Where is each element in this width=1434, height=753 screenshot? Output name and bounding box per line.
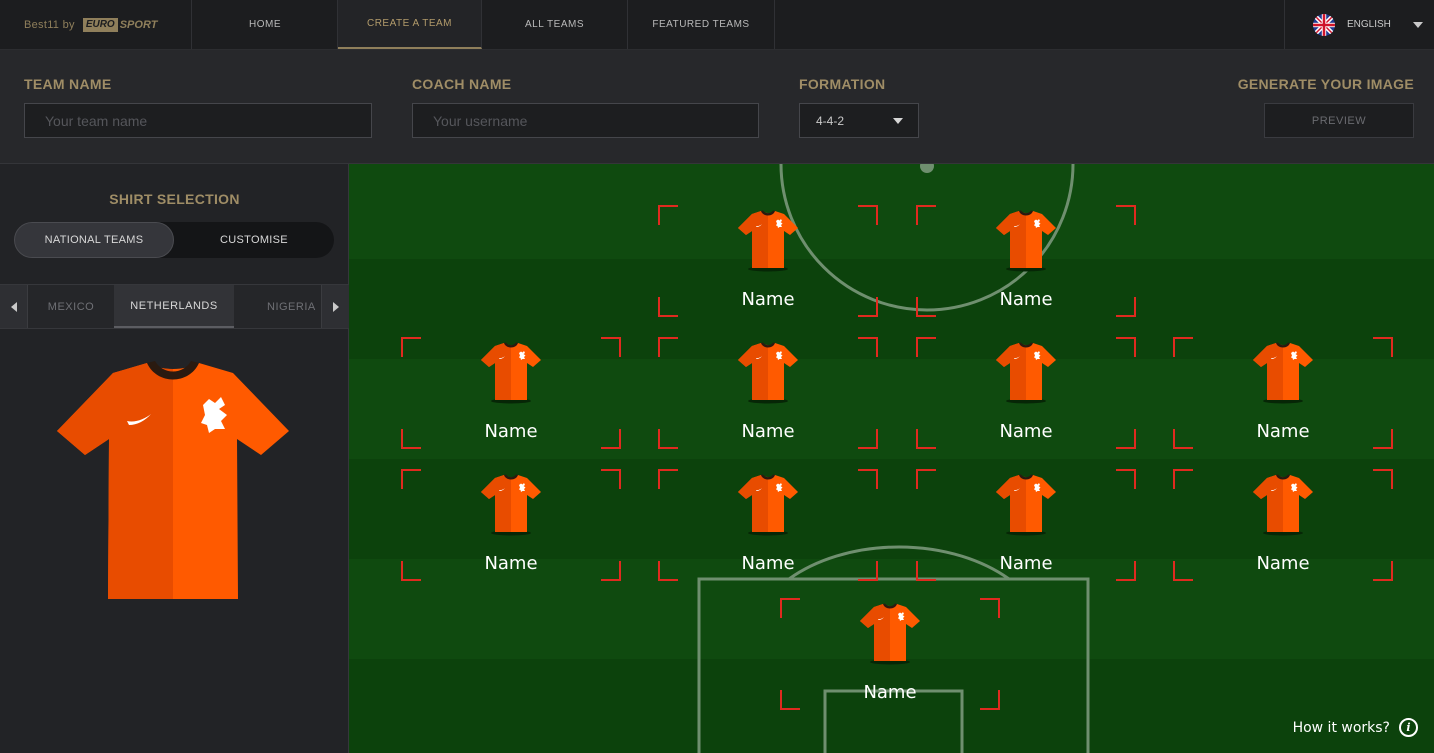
team-name-label: TEAM NAME [24,76,112,92]
slot-corner [980,598,1000,618]
arrow-right-icon [332,301,339,312]
carousel-next-button[interactable] [321,285,349,328]
slot-corner [601,337,621,357]
player-slot[interactable]: Name [916,205,1136,317]
generate-image-label: GENERATE YOUR IMAGE [1237,76,1414,92]
slot-corner [1373,337,1393,357]
country-carousel: MEXICO NETHERLANDS NIGERIA [0,284,349,329]
player-name: Name [863,682,917,703]
country-item-selected[interactable]: NETHERLANDS [114,285,234,328]
coach-name-input[interactable] [412,103,759,138]
player-name: Name [741,553,795,574]
slot-corner [858,337,878,357]
player-slot[interactable]: Name [658,469,878,581]
slot-corner [658,205,678,225]
uk-flag-icon [1313,13,1335,36]
slot-corner [401,469,421,489]
arrow-left-icon [10,301,17,312]
player-shirt-icon [1253,474,1313,536]
player-slot[interactable]: Name [780,598,1000,710]
player-name: Name [484,421,538,442]
player-slot[interactable]: Name [401,337,621,449]
chevron-down-icon [1412,21,1423,28]
slot-corner [1373,469,1393,489]
player-name: Name [1256,553,1310,574]
football-pitch: Name Name Name Name Name Name Name Name Name Name… [349,164,1434,753]
slot-corner [858,205,878,225]
slot-corner [1173,469,1193,489]
player-shirt-icon [860,603,920,665]
player-slot[interactable]: Name [916,469,1136,581]
team-name-input[interactable] [24,103,372,138]
tab-national-teams[interactable]: NATIONAL TEAMS [14,222,174,258]
selected-shirt-preview [57,361,289,599]
slot-corner [401,337,421,357]
language-selector[interactable]: ENGLISH [1284,0,1434,49]
slot-corner [658,337,678,357]
player-shirt-icon [1253,342,1313,404]
player-shirt-icon [738,210,798,272]
shirt-selection-panel: SHIRT SELECTION NATIONAL TEAMS CUSTOMISE… [0,164,349,753]
preview-button[interactable]: PREVIEW [1264,103,1414,138]
formation-value: 4-4-2 [816,113,845,128]
player-slot[interactable]: Name [916,337,1136,449]
nav-all-teams[interactable]: ALL TEAMS [482,0,628,49]
player-shirt-icon [996,474,1056,536]
eurosport-logo: EURO SPORT [82,17,158,32]
player-name: Name [484,553,538,574]
country-item[interactable]: NIGERIA [234,285,321,328]
slot-corner [780,598,800,618]
coach-name-label: COACH NAME [412,76,512,92]
slot-corner [1116,469,1136,489]
brand-logo[interactable]: Best11 by EURO SPORT [0,0,192,49]
chevron-down-icon [893,118,903,124]
player-shirt-icon [738,474,798,536]
team-form: TEAM NAME COACH NAME FORMATION 4-4-2 GEN… [0,50,1434,164]
brand-prefix: Best11 by [24,18,75,31]
info-icon: i [1399,718,1418,737]
player-slot[interactable]: Name [658,205,878,317]
player-name: Name [1256,421,1310,442]
player-shirt-icon [481,474,541,536]
slot-corner [916,337,936,357]
tab-customise[interactable]: CUSTOMISE [174,222,334,258]
player-name: Name [999,289,1053,310]
player-slot[interactable]: Name [1173,337,1393,449]
player-shirt-icon [996,210,1056,272]
nav-create-a-team[interactable]: CREATE A TEAM [338,0,482,49]
language-label: ENGLISH [1347,19,1391,30]
shirt-source-toggle: NATIONAL TEAMS CUSTOMISE [14,222,334,258]
slot-corner [1116,337,1136,357]
player-name: Name [741,421,795,442]
how-it-works-link[interactable]: How it works? i [1293,718,1418,737]
how-it-works-label: How it works? [1292,719,1390,736]
player-shirt-icon [996,342,1056,404]
player-name: Name [741,289,795,310]
player-name: Name [999,421,1053,442]
player-slot[interactable]: Name [1173,469,1393,581]
slot-corner [658,469,678,489]
player-shirt-icon [738,342,798,404]
shirt-selection-title: SHIRT SELECTION [109,191,240,207]
slot-corner [858,469,878,489]
nav-home[interactable]: HOME [193,0,338,49]
player-slot[interactable]: Name [658,337,878,449]
eurosport-logo-sport: SPORT [119,18,158,31]
nav-featured-teams[interactable]: FEATURED TEAMS [628,0,775,49]
carousel-prev-button[interactable] [0,285,28,328]
player-slot[interactable]: Name [401,469,621,581]
eurosport-logo-euro: EURO [82,17,118,32]
slot-corner [916,205,936,225]
player-shirt-icon [481,342,541,404]
formation-label: FORMATION [799,76,886,92]
slot-corner [1116,205,1136,225]
top-navigation: Best11 by EURO SPORT HOME CREATE A TEAM … [0,0,1434,50]
formation-select[interactable]: 4-4-2 [799,103,919,138]
slot-corner [601,469,621,489]
country-item[interactable]: MEXICO [28,285,114,328]
slot-corner [1173,337,1193,357]
slot-corner [916,469,936,489]
player-name: Name [999,553,1053,574]
